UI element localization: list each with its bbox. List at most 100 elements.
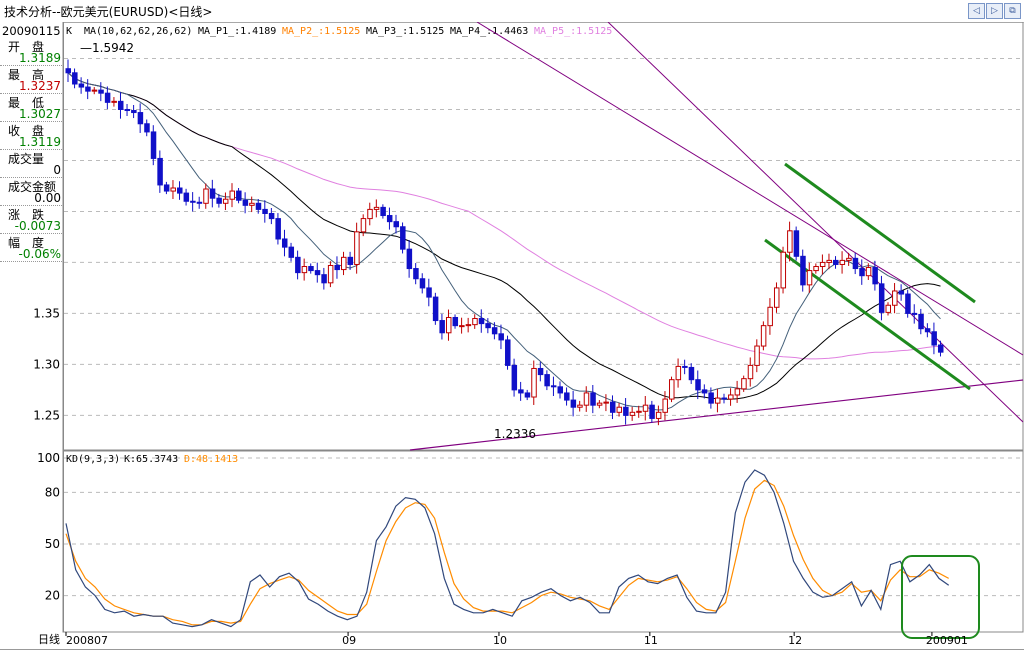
kd-tick-label: 80 [45, 485, 60, 499]
candle-body [386, 215, 393, 223]
ma-value-label: MA_P3_:1.5125 [366, 26, 444, 37]
candle-body [675, 365, 682, 381]
candle-body [85, 86, 91, 92]
candle-body [898, 290, 905, 295]
candle-body [911, 312, 918, 315]
kd-tick-label: 100 [37, 451, 60, 465]
candle-body [367, 208, 373, 220]
candle-body [262, 208, 268, 214]
candle-body [150, 131, 157, 159]
candle-body [222, 198, 229, 204]
candle-body [721, 397, 727, 400]
candle-body [846, 257, 852, 261]
candle-body [806, 270, 813, 286]
candle-body [91, 89, 98, 92]
candle-body [183, 192, 190, 202]
candle-body [426, 287, 432, 298]
x-month-label: 200807 [66, 634, 108, 647]
candle-body [924, 328, 931, 333]
candle-body [491, 327, 498, 335]
candle-body [590, 392, 596, 406]
low-annotation: 1.2336 [494, 427, 536, 441]
candle-body [498, 333, 504, 341]
candle-body [793, 230, 800, 257]
candle-body [892, 290, 898, 306]
candle-body [760, 325, 767, 347]
candle-body [65, 68, 71, 74]
candle-body [878, 283, 885, 313]
candle-body [341, 256, 347, 271]
candle-body [124, 108, 131, 112]
kd-tick-label: 50 [45, 537, 60, 551]
kd-k-line [65, 469, 950, 628]
candle-body [616, 406, 623, 413]
candle-body [537, 367, 544, 376]
nav-back-button[interactable]: ◁ [968, 3, 985, 19]
candle-body [373, 206, 380, 210]
candle-body [865, 267, 872, 277]
candle-body [478, 318, 485, 325]
candle-body [104, 92, 111, 103]
candle-body [734, 388, 741, 396]
candle-body [662, 398, 668, 413]
nav-forward-button[interactable]: ▷ [986, 3, 1003, 19]
candle-body [432, 296, 439, 322]
trendline-upper [476, 22, 1024, 356]
candle-body [623, 406, 629, 416]
candle-body [144, 123, 150, 133]
candle-body [511, 364, 518, 391]
candle-body [327, 264, 334, 284]
candle-body [859, 268, 865, 277]
candle-body [701, 389, 708, 394]
candle-body [137, 112, 144, 125]
candle-body [826, 259, 832, 263]
candle-body [905, 293, 911, 314]
candle-body [288, 246, 295, 258]
candle-body [754, 345, 760, 366]
candle-body [360, 218, 367, 233]
candle-body [937, 344, 944, 353]
candle-body [931, 331, 937, 346]
candle-body [557, 386, 563, 394]
candle-body [505, 339, 511, 366]
candle-body [577, 404, 583, 408]
price-tick-label: 1.35 [33, 306, 60, 320]
candle-body [72, 72, 78, 85]
candle-body [564, 392, 570, 401]
candle-body [216, 197, 222, 204]
candle-body [655, 411, 662, 419]
candle-body [236, 190, 242, 201]
candle-body [255, 202, 262, 210]
candle-body [833, 259, 839, 265]
candle-body [524, 392, 531, 398]
chart-area[interactable]: 1.25 1.30 1.35 K MA(10,62,62,26,62) MA_P1_:1.… [0, 22, 1024, 649]
candle-body [157, 157, 163, 186]
candle-body [209, 188, 216, 199]
candle-body [596, 402, 603, 406]
candle-body [196, 201, 203, 204]
candle-body [550, 385, 557, 388]
candle-body [117, 100, 124, 110]
candle-body [609, 401, 616, 413]
candle-body [354, 231, 360, 265]
candle-body [170, 187, 176, 192]
candle-body [852, 257, 859, 270]
candle-body [334, 264, 340, 271]
candle-body [249, 202, 255, 206]
restore-window-button[interactable]: ⧉ [1004, 3, 1021, 19]
highlight-box [901, 555, 980, 639]
candle-body [380, 206, 386, 217]
price-tick-label: 1.25 [33, 408, 60, 422]
candle-body [308, 266, 314, 272]
candle-body [281, 238, 288, 248]
title-bar: 技术分析--欧元美元(EURUSD)<日线> ◁ ▷ ⧉ [0, 0, 1024, 23]
candle-body [583, 392, 590, 406]
candle-body [669, 379, 675, 400]
candle-body [445, 316, 452, 334]
candle-body [531, 367, 537, 398]
candle-body [275, 218, 281, 240]
candle-body [570, 399, 577, 408]
candle-body [301, 266, 308, 274]
candle-body [741, 378, 747, 390]
candle-body [839, 259, 846, 265]
